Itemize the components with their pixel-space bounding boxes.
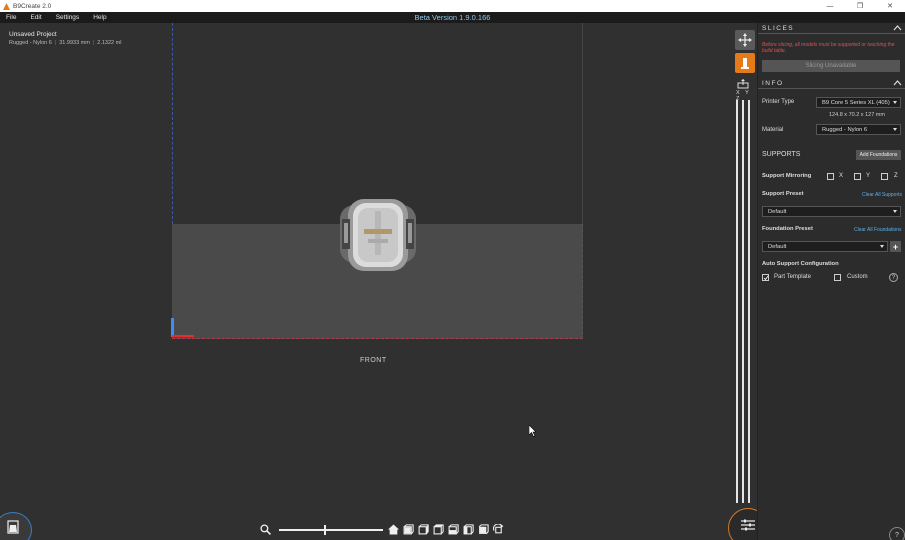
chevron-up-icon[interactable] bbox=[893, 79, 902, 87]
project-volume: 2.1322 ml bbox=[97, 40, 122, 46]
chevron-up-icon[interactable] bbox=[893, 24, 902, 32]
rotate-view-icon[interactable] bbox=[493, 524, 504, 535]
tool-strip: X Y Z bbox=[733, 23, 755, 503]
custom-label: Custom bbox=[847, 274, 868, 280]
menu-bar: File Edit Settings Help Beta Version 1.9… bbox=[0, 12, 905, 23]
foundation-preset-select[interactable]: Default bbox=[762, 241, 888, 252]
mirror-z-label: Z bbox=[894, 173, 898, 179]
support-preset-label: Support Preset bbox=[762, 191, 804, 197]
part-template-label: Part Template bbox=[774, 274, 811, 280]
support-preset-select[interactable]: Default bbox=[762, 206, 901, 217]
move-tool-button[interactable] bbox=[735, 30, 755, 50]
slices-section-header[interactable]: SLICES bbox=[758, 23, 905, 34]
window-title: B9Create 2.0 bbox=[13, 2, 52, 10]
auto-support-config-label: Auto Support Configuration bbox=[762, 261, 839, 267]
close-button[interactable]: ✕ bbox=[875, 0, 905, 12]
help-button[interactable]: ? bbox=[889, 527, 905, 540]
printer-type-value: B9 Core 5 Series XL (405) bbox=[822, 99, 890, 106]
plus-icon: + bbox=[892, 241, 899, 252]
custom-checkbox[interactable] bbox=[834, 274, 841, 281]
add-foundations-button[interactable]: Add Foundations bbox=[856, 150, 901, 160]
mirror-x-checkbox[interactable] bbox=[827, 173, 834, 180]
part-template-checkbox[interactable] bbox=[762, 274, 769, 281]
move-arrows-icon bbox=[738, 33, 752, 47]
printer-icon bbox=[7, 520, 19, 534]
material-select[interactable]: Rugged - Nylon 6 bbox=[816, 124, 901, 135]
printer-type-label: Printer Type bbox=[762, 99, 795, 105]
view-bottom-icon[interactable] bbox=[478, 524, 489, 535]
chevron-down-icon bbox=[893, 101, 897, 104]
slice-tool-button[interactable] bbox=[735, 53, 755, 73]
slices-title: SLICES bbox=[762, 25, 795, 32]
maximize-button[interactable]: ❐ bbox=[845, 0, 875, 12]
printer-type-select[interactable]: B9 Core 5 Series XL (405) bbox=[816, 97, 901, 108]
x-axis-indicator bbox=[172, 335, 194, 337]
material-value: Rugged - Nylon 6 bbox=[822, 126, 868, 133]
sliders-icon bbox=[741, 519, 755, 531]
slicing-unavailable-button[interactable]: Slicing Unavailable bbox=[762, 60, 900, 72]
export-icon[interactable] bbox=[737, 79, 749, 89]
mirror-z-checkbox[interactable] bbox=[881, 173, 888, 180]
view-top-icon[interactable] bbox=[463, 524, 474, 535]
ring-model[interactable] bbox=[338, 199, 418, 271]
chevron-down-icon bbox=[893, 128, 897, 131]
chevron-down-icon bbox=[893, 210, 897, 213]
mirror-x-label: X bbox=[839, 173, 844, 179]
home-view-icon[interactable] bbox=[388, 524, 399, 535]
app-logo-icon bbox=[3, 2, 10, 10]
mirror-y-label: Y bbox=[866, 173, 871, 179]
info-section-header[interactable]: INFO bbox=[758, 78, 905, 89]
foundation-preset-label: Foundation Preset bbox=[762, 226, 813, 232]
title-bar: B9Create 2.0 — ❐ ✕ bbox=[0, 0, 905, 12]
slice-icon bbox=[741, 58, 749, 69]
mirror-y-checkbox[interactable] bbox=[854, 173, 861, 180]
zoom-slider[interactable] bbox=[279, 524, 383, 535]
clear-all-foundations-link[interactable]: Clear All Foundations bbox=[854, 227, 902, 233]
z-scale-rail[interactable] bbox=[748, 100, 750, 503]
front-label: FRONT bbox=[360, 357, 387, 364]
mouse-cursor-icon bbox=[529, 425, 537, 437]
project-name: Unsaved Project bbox=[9, 31, 57, 38]
project-details: Rugged - Nylon 6 | 31.9933 mm | 2.1322 ml bbox=[9, 40, 122, 46]
view-front-icon[interactable] bbox=[403, 524, 414, 535]
slicing-warning: Before slicing, all models must be suppo… bbox=[762, 42, 895, 54]
clear-all-supports-link[interactable]: Clear All Supports bbox=[862, 192, 902, 198]
xyz-label: X Y Z bbox=[736, 90, 751, 102]
foundation-preset-value: Default bbox=[768, 243, 787, 250]
minimize-button[interactable]: — bbox=[815, 0, 845, 12]
window-controls: — ❐ ✕ bbox=[815, 0, 905, 12]
project-size: 31.9933 mm bbox=[59, 40, 90, 46]
view-left-icon[interactable] bbox=[433, 524, 444, 535]
y-scale-rail[interactable] bbox=[742, 100, 744, 503]
support-mirroring-label: Support Mirroring bbox=[762, 173, 812, 179]
add-foundation-preset-button[interactable]: + bbox=[890, 241, 901, 252]
support-preset-value: Default bbox=[768, 208, 787, 215]
zoom-icon[interactable] bbox=[260, 524, 271, 535]
chevron-down-icon bbox=[880, 245, 884, 248]
x-scale-rail[interactable] bbox=[736, 100, 738, 503]
info-title: INFO bbox=[762, 80, 784, 87]
build-volume-back-wall bbox=[172, 23, 583, 224]
material-label: Material bbox=[762, 127, 784, 133]
checkmark-icon bbox=[763, 275, 769, 281]
project-material: Rugged - Nylon 6 bbox=[9, 40, 52, 46]
view-toolbar bbox=[260, 523, 508, 536]
view-right-icon[interactable] bbox=[448, 524, 459, 535]
properties-panel: SLICES Before slicing, all models must b… bbox=[757, 23, 905, 540]
build-dimensions: 124.8 x 70.2 x 127 mm bbox=[829, 112, 885, 118]
supports-title: SUPPORTS bbox=[762, 151, 801, 158]
view-back-icon[interactable] bbox=[418, 524, 429, 535]
version-label: Beta Version 1.9.0.166 bbox=[414, 13, 491, 22]
zoom-slider-knob[interactable] bbox=[324, 524, 326, 535]
help-icon[interactable]: ? bbox=[889, 273, 898, 282]
